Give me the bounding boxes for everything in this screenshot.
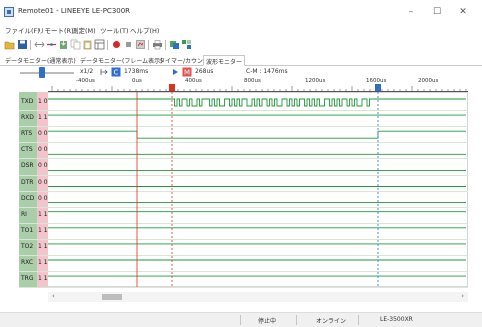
txd-waveform	[48, 98, 466, 107]
status-separator	[358, 315, 359, 325]
scroll-right-icon[interactable]: ›	[461, 292, 464, 300]
status-separator	[296, 315, 297, 325]
rts-waveform	[48, 130, 466, 139]
scrollbar-thumb[interactable]	[102, 294, 122, 300]
horizontal-scrollbar[interactable]: ‹ ›	[48, 292, 468, 302]
status-connection: オンライン	[316, 318, 347, 325]
status-mode: 停止中	[258, 318, 277, 325]
cursor-c-marker	[169, 84, 175, 91]
app-window: Remote01 - LINEEYE LE-PC300R – ☐ ✕ ファイル(…	[0, 0, 482, 327]
scroll-left-icon[interactable]: ‹	[52, 292, 55, 300]
cursor-m-marker	[375, 84, 381, 91]
status-device: LE-3500XR	[380, 316, 413, 323]
status-bar: 停止中 オンライン LE-3500XR	[0, 312, 482, 327]
status-separator	[240, 315, 241, 325]
waveform-canvas	[48, 84, 467, 287]
